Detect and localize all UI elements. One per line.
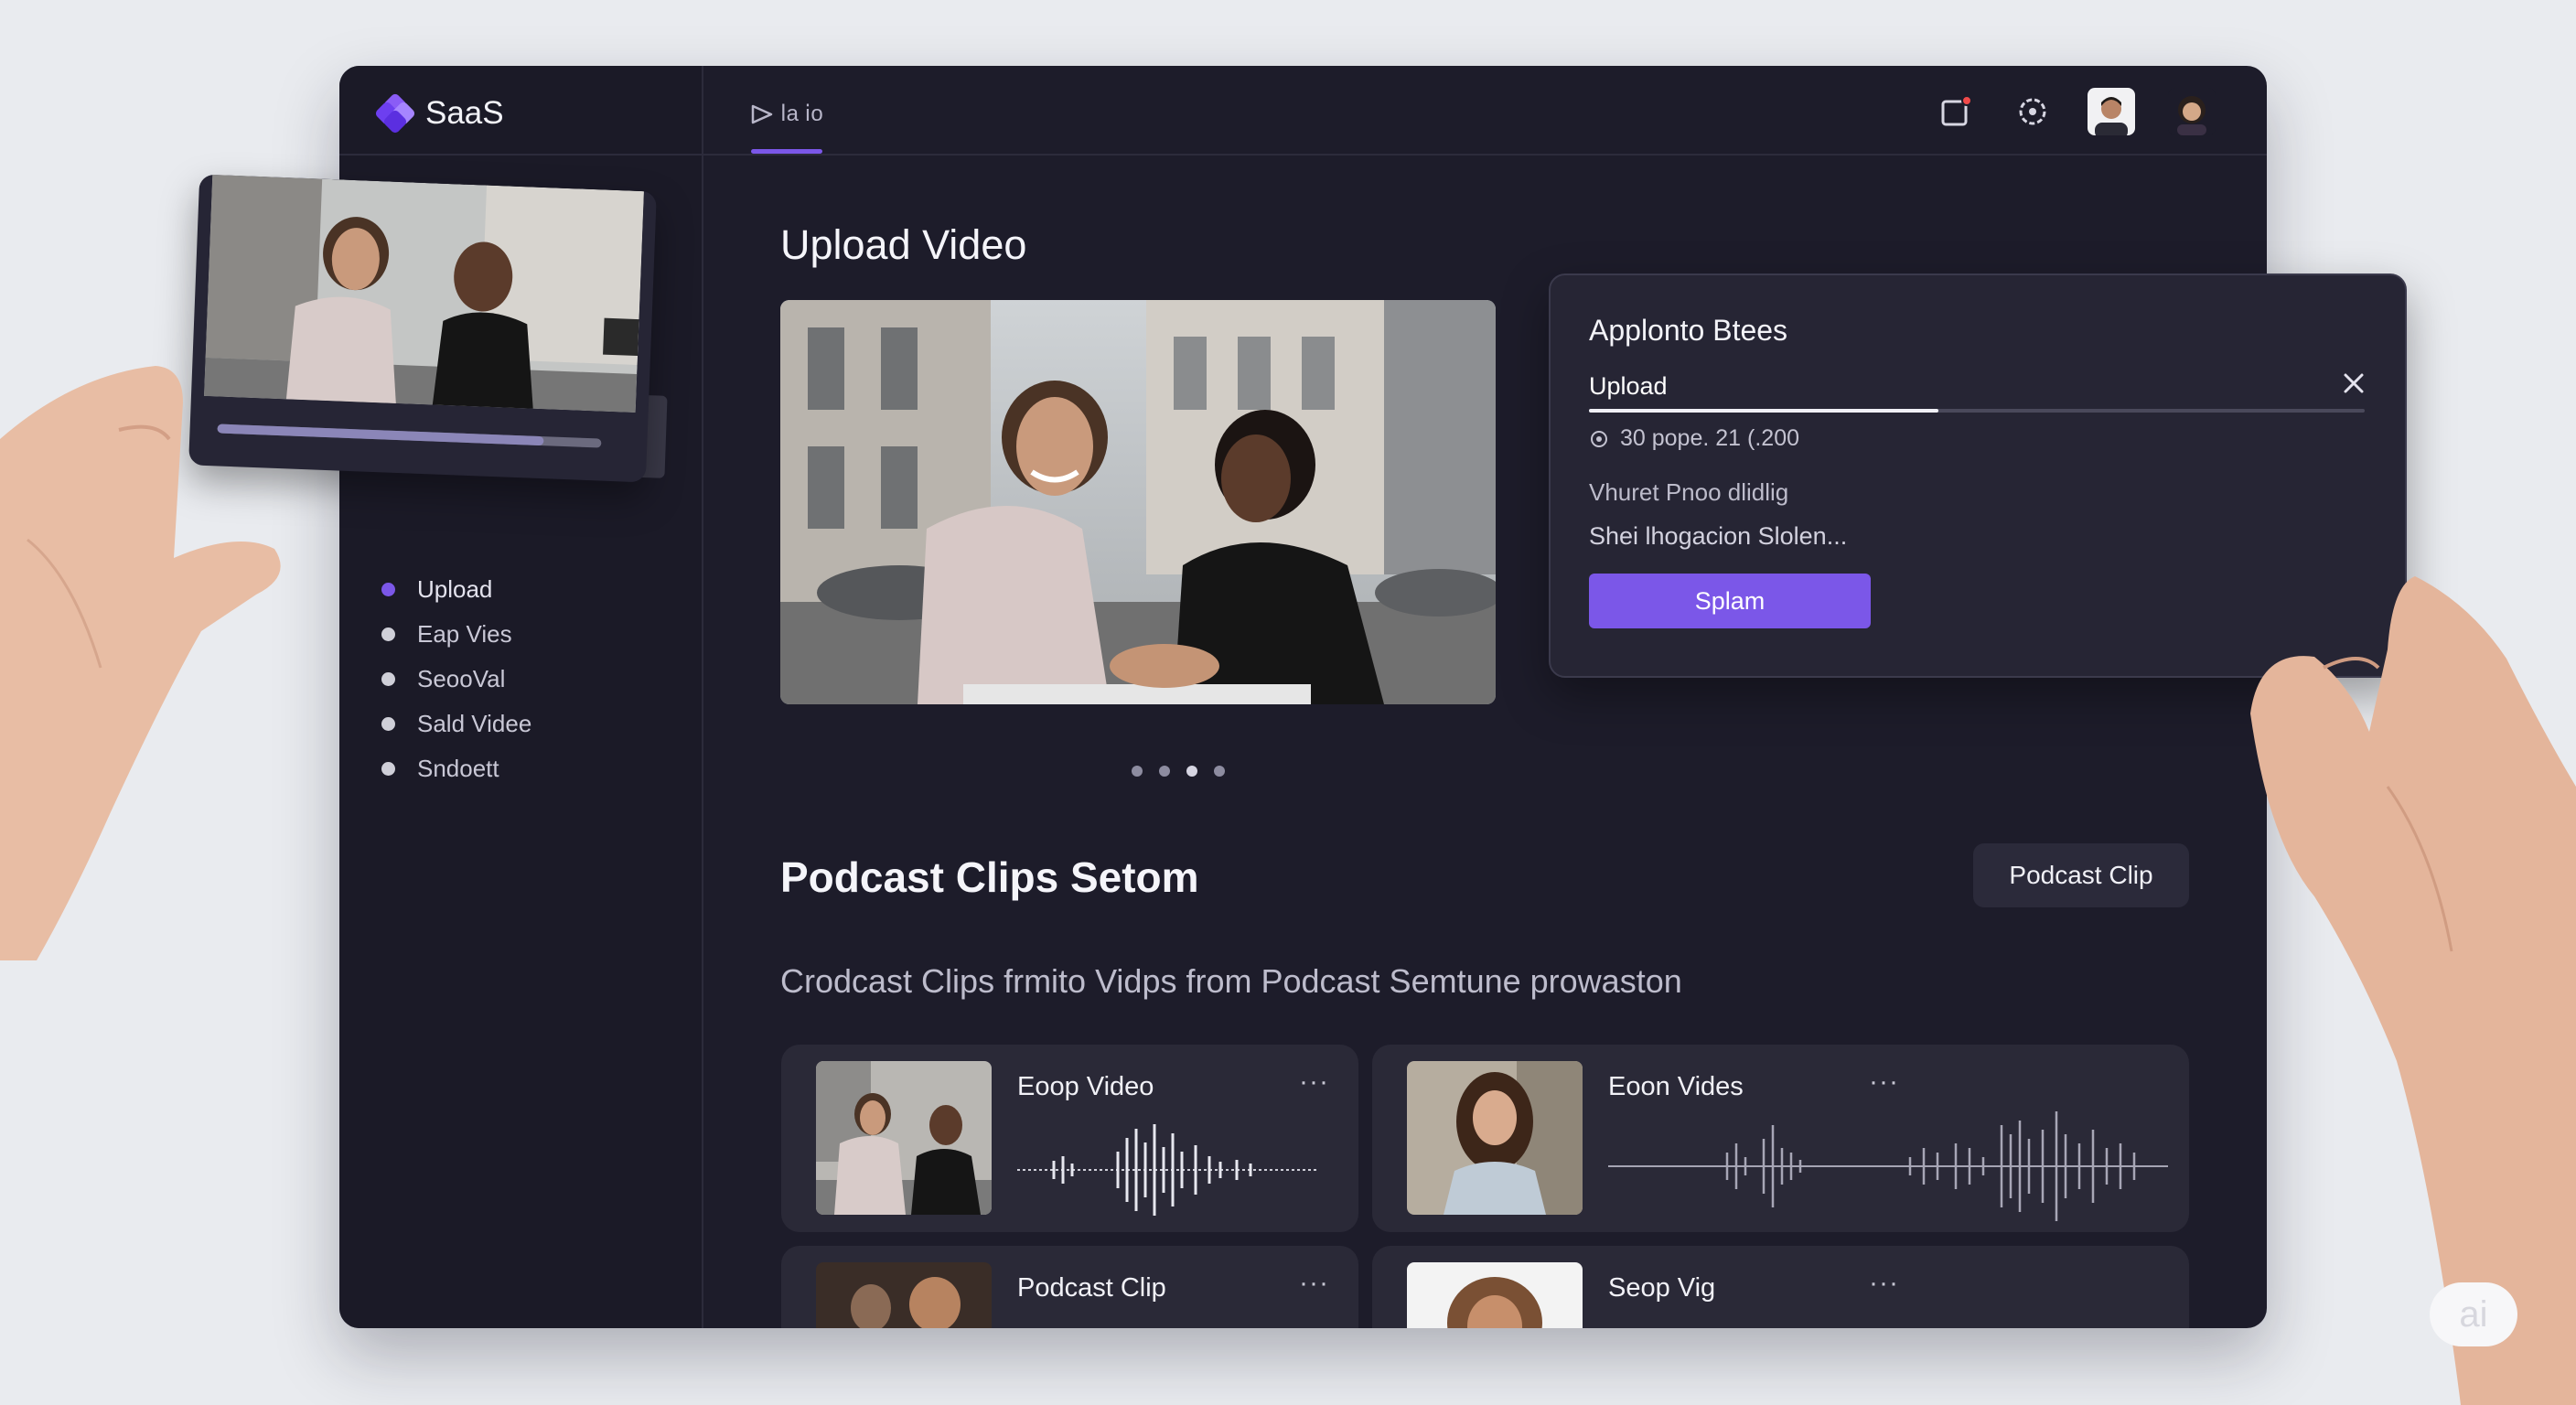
- clip-thumbnail: [816, 1061, 992, 1215]
- sidebar-item-label: Sald Videe: [417, 710, 532, 737]
- clip-thumbnail: [1407, 1061, 1583, 1215]
- sidebar-divider: [339, 154, 703, 156]
- video-preview[interactable]: [780, 300, 1496, 704]
- settings-icon: [2019, 98, 2046, 125]
- carousel-dot[interactable]: [1214, 766, 1225, 777]
- podcast-clip-button[interactable]: Podcast Clip: [1973, 843, 2189, 907]
- clip-title: Eoop Video: [1017, 1072, 1154, 1101]
- waveform-icon: [1608, 1111, 2168, 1221]
- clip-card[interactable]: Eoon Vides ···: [1372, 1045, 2189, 1232]
- section-subtitle: Crodcast Clips frmito Vidps from Podcast…: [780, 962, 1682, 1000]
- active-tab-indicator: [751, 149, 822, 154]
- top-actions: [1934, 88, 2216, 135]
- user-avatar-1[interactable]: [2088, 88, 2135, 135]
- more-options-icon[interactable]: ···: [1299, 1067, 1329, 1098]
- upload-progress-bar: [1589, 409, 2365, 413]
- sidebar-item-label: SeooVal: [417, 665, 506, 692]
- bullet-icon: [381, 717, 395, 731]
- carousel-dot-active[interactable]: [1186, 766, 1197, 777]
- carousel-dot[interactable]: [1159, 766, 1170, 777]
- logo-icon: [373, 91, 417, 135]
- waveform-icon: [1017, 1124, 1319, 1216]
- clip-card[interactable]: Eoop Video ···: [781, 1045, 1358, 1232]
- tab-active[interactable]: ⅼa ⅰo: [751, 101, 823, 127]
- section-title: Podcast Clips Setom: [780, 853, 1199, 901]
- sidebar-item-seooval[interactable]: SeooVal: [381, 657, 531, 702]
- clip-title: Eoon Vides: [1608, 1072, 1744, 1101]
- upload-meta-text: 30 pope. 21 (.200: [1620, 425, 1799, 451]
- dialog-title: Applonto Btees: [1589, 314, 1788, 347]
- more-options-icon[interactable]: ···: [1869, 1268, 1899, 1299]
- clip-thumbnail: [1407, 1262, 1583, 1328]
- close-icon[interactable]: [2341, 370, 2367, 396]
- bullet-icon: [381, 672, 395, 686]
- sidebar-item-label: Eap Vies: [417, 620, 512, 648]
- brand-name: SaaS: [425, 95, 504, 131]
- file-size-icon: [1591, 430, 1607, 447]
- dialog-tab-upload[interactable]: Upload: [1589, 372, 1668, 401]
- sidebar-item-sndoett[interactable]: Sndoett: [381, 746, 531, 791]
- clip-thumbnail: [816, 1262, 992, 1328]
- bullet-icon: [381, 762, 395, 776]
- carousel-dots: [1132, 766, 1225, 777]
- settings-button[interactable]: [2011, 90, 2055, 134]
- clip-title: Podcast Clip: [1017, 1273, 1166, 1303]
- sidebar-item-sald-videe[interactable]: Sald Videe: [381, 702, 531, 746]
- bullet-icon: [381, 583, 395, 596]
- user-avatar-2[interactable]: [2168, 88, 2216, 135]
- clip-card[interactable]: Seop Vig ···: [1372, 1246, 2189, 1328]
- video-thumbnail: [780, 300, 1496, 704]
- notification-button[interactable]: [1934, 90, 1978, 134]
- upload-meta: 30 pope. 21 (.200: [1589, 425, 1799, 452]
- bullet-icon: [381, 627, 395, 641]
- more-options-icon[interactable]: ···: [1299, 1268, 1329, 1299]
- sidebar-item-upload[interactable]: Upload: [381, 567, 531, 612]
- watermark-badge: ai: [2430, 1282, 2517, 1346]
- sidebar-item-label: Sndoett: [417, 755, 499, 782]
- sidebar-item-label: Upload: [417, 575, 493, 603]
- dialog-status-line: Shei lhogacion Slolen...: [1589, 522, 1848, 550]
- brand-logo[interactable]: SaaS: [373, 91, 504, 135]
- clip-card[interactable]: Podcast Clip ···: [781, 1246, 1358, 1328]
- upload-progress-fill: [1589, 409, 1938, 413]
- top-bar: ⅼa ⅰo: [703, 66, 2267, 156]
- dialog-detail-line: Vhuret Pnoo dlidlig: [1589, 478, 1789, 506]
- tab-label: ⅼa ⅰo: [780, 102, 823, 126]
- sidebar-nav: Upload Eap Vies SeooVal Sald Videe Sndoe…: [381, 567, 531, 791]
- left-hand: [0, 366, 281, 960]
- carousel-dot[interactable]: [1132, 766, 1143, 777]
- play-icon: [751, 104, 773, 123]
- sidebar-item-eap-vies[interactable]: Eap Vies: [381, 612, 531, 657]
- more-options-icon[interactable]: ···: [1869, 1067, 1899, 1098]
- page-title: Upload Video: [780, 221, 1027, 268]
- notification-badge: [1961, 95, 1972, 106]
- dialog-primary-button[interactable]: Splam: [1589, 574, 1871, 628]
- clip-title: Seop Vig: [1608, 1273, 1716, 1303]
- right-hand: [2250, 576, 2576, 1405]
